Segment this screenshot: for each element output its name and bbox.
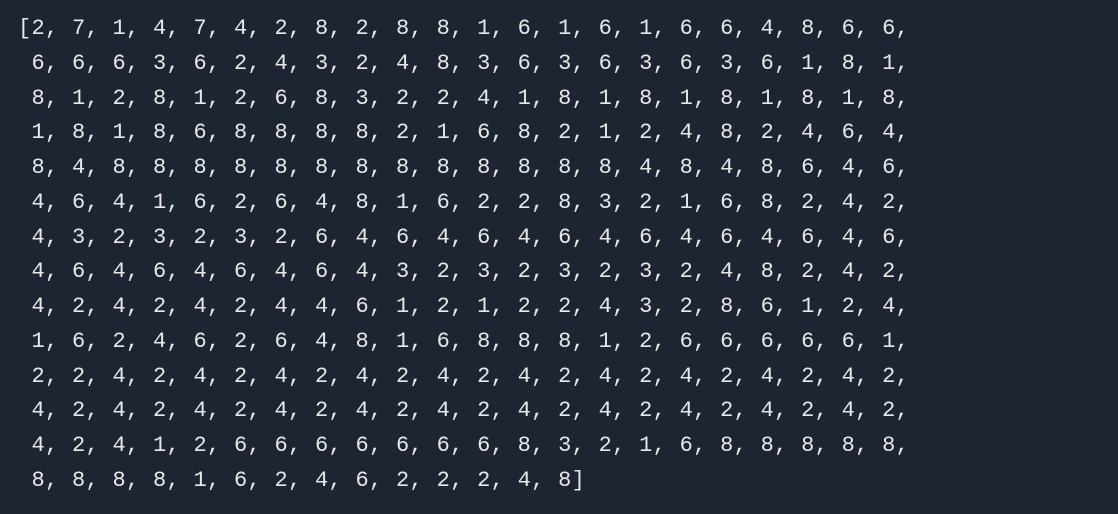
array-output: [2, 7, 1, 4, 7, 4, 2, 8, 2, 8, 8, 1, 6, … xyxy=(18,12,1100,499)
array-text: [2, 7, 1, 4, 7, 4, 2, 8, 2, 8, 8, 1, 6, … xyxy=(18,16,923,493)
